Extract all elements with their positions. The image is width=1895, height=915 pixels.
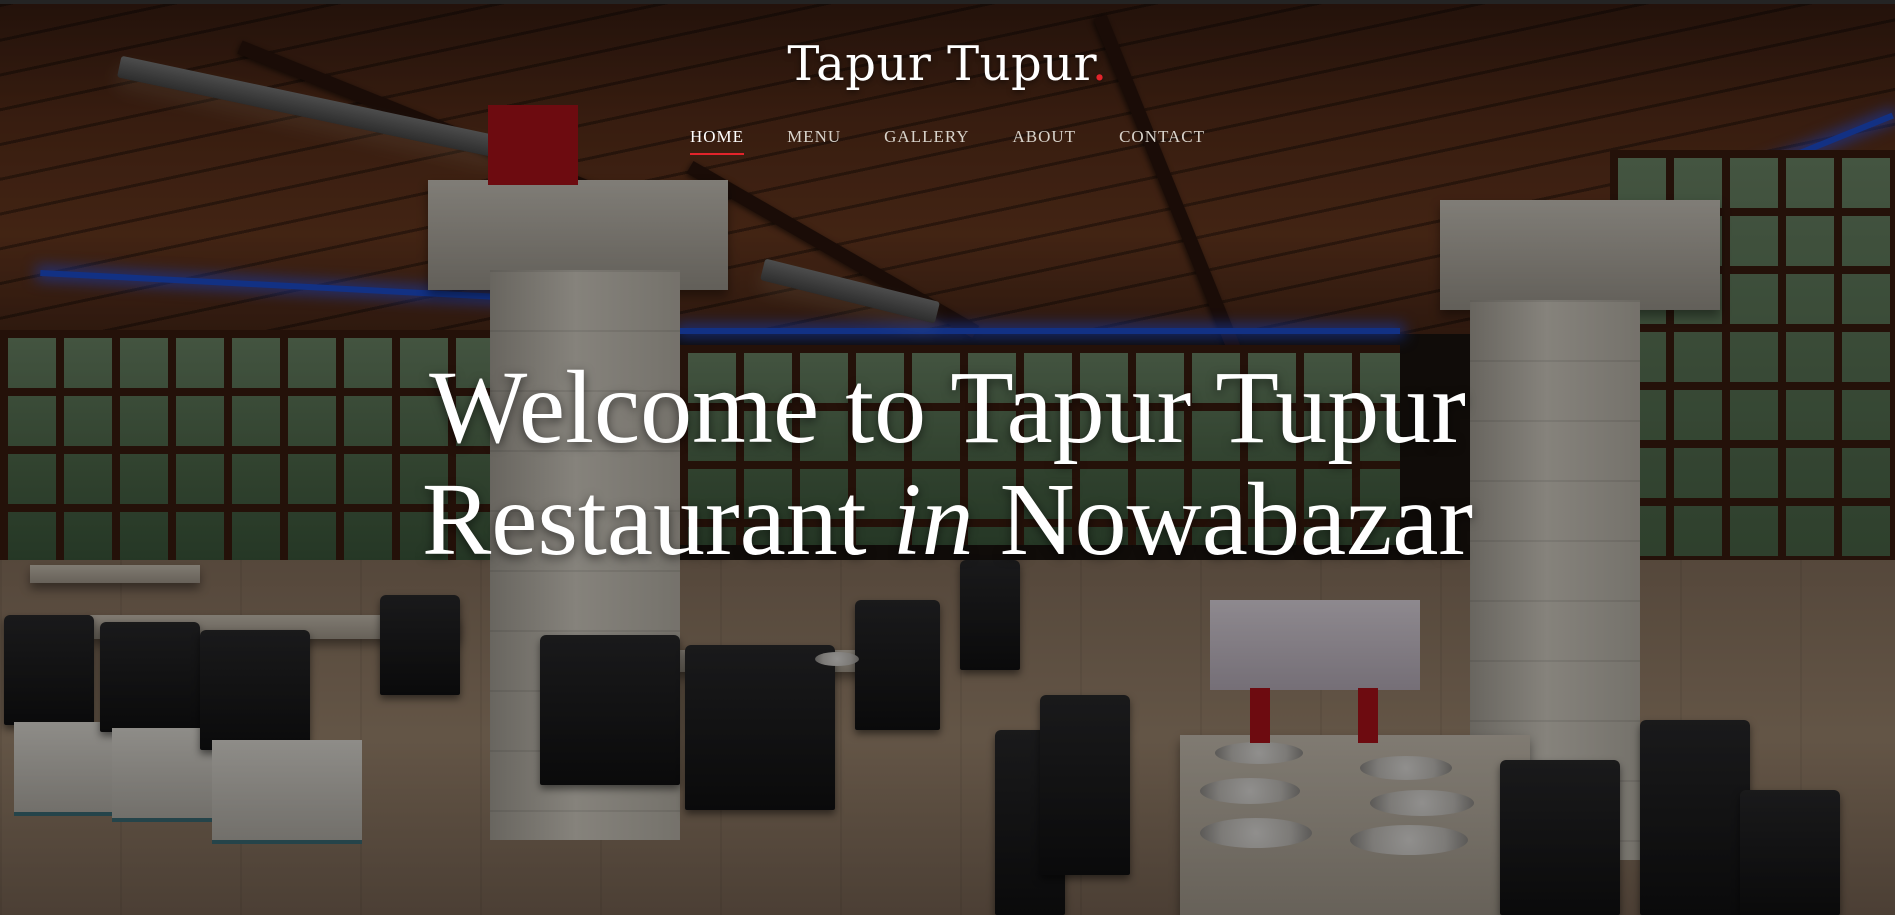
nav-item-menu[interactable]: MENU [787,127,841,155]
hero-heading-line-2: Restaurant in Nowabazar [0,464,1895,576]
hero-heading-word-location: Nowabazar [999,462,1474,577]
site-logo-text: Tapur Tupur [787,36,1092,92]
site-logo-dot: . [1091,36,1108,92]
hero-heading: Welcome to Tapur Tupur Restaurant in Now… [0,352,1895,576]
main-nav: HOME MENU GALLERY ABOUT CONTACT [0,127,1895,155]
nav-item-about[interactable]: ABOUT [1013,127,1077,155]
hero-heading-word-restaurant: Restaurant [421,462,867,577]
site-logo[interactable]: Tapur Tupur. [0,36,1895,92]
nav-item-home[interactable]: HOME [690,127,745,155]
page: Tapur Tupur. HOME MENU GALLERY ABOUT CON… [0,0,1895,915]
hero-heading-line-1: Welcome to Tapur Tupur [429,350,1466,465]
nav-item-gallery[interactable]: GALLERY [884,127,969,155]
hero-heading-word-in: in [892,462,974,577]
nav-item-contact[interactable]: CONTACT [1119,127,1205,155]
